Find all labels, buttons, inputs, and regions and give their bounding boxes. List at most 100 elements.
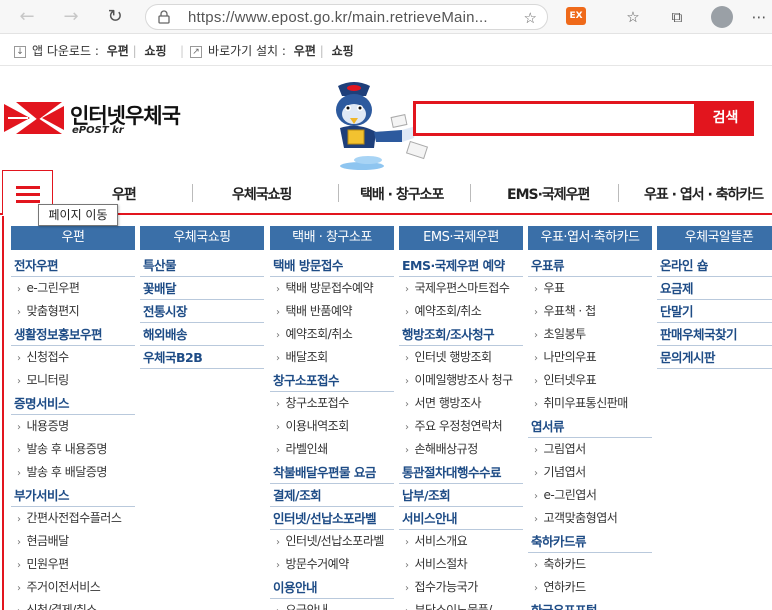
address-bar[interactable]: https://www.epost.go.kr/main.retrieveMai… <box>145 4 548 30</box>
gnb-item-shopping[interactable]: 우체국쇼핑 <box>232 184 292 204</box>
menu-category-link[interactable]: 전자우편 <box>11 254 135 277</box>
menu-category-link[interactable]: 서비스안내 <box>399 507 523 530</box>
menu-sub-link[interactable]: › 창구소포접수 <box>270 392 394 415</box>
menu-category-link[interactable]: 꽃배달 <box>140 277 264 300</box>
menu-sub-link[interactable]: › 취미우표통신판매 <box>528 392 652 415</box>
menu-category-link[interactable]: 착불배달우편물 요금 <box>270 461 394 484</box>
menu-sub-link[interactable]: › 모니터링 <box>11 369 135 392</box>
menu-sub-link[interactable]: › e-그린우편 <box>11 277 135 300</box>
menu-sub-link[interactable]: › 우표 <box>528 277 652 300</box>
menu-category-link[interactable]: 증명서비스 <box>11 392 135 415</box>
menu-category-link[interactable]: 우표류 <box>528 254 652 277</box>
menu-sub-link[interactable]: › 손해배상규정 <box>399 438 523 461</box>
menu-sub-link[interactable]: › 인터넷우표 <box>528 369 652 392</box>
menu-sub-link[interactable]: › 기념엽서 <box>528 461 652 484</box>
menu-category-link[interactable]: 한국우표포털 <box>528 599 652 610</box>
menu-category-link[interactable]: 온라인 숍 <box>657 254 772 277</box>
menu-category-link[interactable]: 특산물 <box>140 254 264 277</box>
menu-category-link[interactable]: 판매우체국찾기 <box>657 323 772 346</box>
menu-category-link[interactable]: 생활정보홍보우편 <box>11 323 135 346</box>
profile-avatar[interactable] <box>711 6 733 28</box>
menu-sub-link[interactable]: › 그림엽서 <box>528 438 652 461</box>
menu-category-link[interactable]: 택배 방문접수 <box>270 254 394 277</box>
site-logo[interactable]: 인터넷우체국 ePOST kr <box>2 96 202 144</box>
mega-column-header[interactable]: EMS·국제우편 <box>399 226 523 250</box>
search-button[interactable]: 검색 <box>697 101 754 136</box>
menu-sub-link[interactable]: › 요금안내 <box>270 599 394 610</box>
menu-sub-link[interactable]: › 내용증명 <box>11 415 135 438</box>
collections-icon[interactable]: ⧉ <box>666 6 688 28</box>
menu-sub-link[interactable]: › 택배 반품예약 <box>270 300 394 323</box>
menu-category-link[interactable]: 인터넷/선납소포라벨 <box>270 507 394 530</box>
menu-sub-link[interactable]: › 우표책 · 첩 <box>528 300 652 323</box>
url-text[interactable]: https://www.epost.go.kr/main.retrieveMai… <box>188 9 518 26</box>
menu-sub-link[interactable]: › 맞춤형편지 <box>11 300 135 323</box>
add-favorite-icon[interactable]: ☆ <box>524 9 537 27</box>
menu-category-link[interactable]: 결제/조회 <box>270 484 394 507</box>
menu-sub-link[interactable]: › 연하카드 <box>528 576 652 599</box>
menu-sub-link[interactable]: › 신청접수 <box>11 346 135 369</box>
menu-sub-link[interactable]: › 주요 우정청연락처 <box>399 415 523 438</box>
search-input[interactable] <box>413 101 697 136</box>
menu-sub-link[interactable]: › 예약조회/취소 <box>399 300 523 323</box>
menu-sub-link[interactable]: › 택배 방문접수예약 <box>270 277 394 300</box>
shortcut-link-mail[interactable]: 우편 <box>294 44 316 58</box>
menu-sub-link[interactable]: › 인터넷 행방조회 <box>399 346 523 369</box>
menu-sub-link[interactable]: › 이메일행방조사 청구 <box>399 369 523 392</box>
menu-category-link[interactable]: 부가서비스 <box>11 484 135 507</box>
menu-category-link[interactable]: 전통시장 <box>140 300 264 323</box>
back-icon[interactable]: ← <box>16 6 38 28</box>
menu-category-link[interactable]: 납부/조회 <box>399 484 523 507</box>
menu-sub-link[interactable]: › 이용내역조회 <box>270 415 394 438</box>
gnb-item-parcel[interactable]: 택배 · 창구소포 <box>360 184 444 204</box>
menu-sub-link[interactable]: › 신청/결제/취소 <box>11 599 135 610</box>
menu-category-link[interactable]: 통관절차대행수수료 <box>399 461 523 484</box>
menu-sub-link[interactable]: › 간편사전접수플러스 <box>11 507 135 530</box>
menu-sub-link[interactable]: › e-그린엽서 <box>528 484 652 507</box>
mega-column-header[interactable]: 우표·엽서·축하카드 <box>528 226 652 250</box>
menu-category-link[interactable]: 행방조회/조사청구 <box>399 323 523 346</box>
menu-sub-link[interactable]: › 라벨인쇄 <box>270 438 394 461</box>
menu-sub-link[interactable]: › 부당소이노물품/ <box>399 599 523 610</box>
gnb-item-stamps[interactable]: 우표 · 엽서 · 축하카드 <box>644 184 764 204</box>
menu-category-link[interactable]: 단말기 <box>657 300 772 323</box>
menu-sub-link[interactable]: › 발송 후 내용증명 <box>11 438 135 461</box>
menu-sub-link[interactable]: › 민원우편 <box>11 553 135 576</box>
menu-sub-link[interactable]: › 배달조회 <box>270 346 394 369</box>
favorites-icon[interactable]: ☆ <box>622 6 644 28</box>
menu-sub-link[interactable]: › 서비스개요 <box>399 530 523 553</box>
gnb-item-ems[interactable]: EMS·국제우편 <box>507 184 590 204</box>
app-download-link-shop[interactable]: 쇼핑 <box>145 44 167 58</box>
reload-icon[interactable]: ↻ <box>104 6 126 28</box>
menu-category-link[interactable]: 축하카드류 <box>528 530 652 553</box>
menu-sub-link[interactable]: › 현금배달 <box>11 530 135 553</box>
menu-category-link[interactable]: 문의게시판 <box>657 346 772 369</box>
mega-column-header[interactable]: 우체국쇼핑 <box>140 226 264 250</box>
menu-category-link[interactable]: 해외배송 <box>140 323 264 346</box>
menu-sub-link[interactable]: › 초일봉투 <box>528 323 652 346</box>
more-menu-icon[interactable]: ⋯ <box>748 6 770 28</box>
mega-column-header[interactable]: 우체국알뜰폰 <box>657 226 772 250</box>
menu-sub-link[interactable]: › 국제우편스마트접수 <box>399 277 523 300</box>
menu-category-link[interactable]: EMS·국제우편 예약 <box>399 254 523 277</box>
menu-sub-link[interactable]: › 방문수거예약 <box>270 553 394 576</box>
menu-sub-link[interactable]: › 접수가능국가 <box>399 576 523 599</box>
menu-sub-link[interactable]: › 축하카드 <box>528 553 652 576</box>
gnb-item-mail[interactable]: 우편 <box>112 184 137 204</box>
extension-icon[interactable]: EX <box>566 7 586 25</box>
menu-sub-link[interactable]: › 서면 행방조사 <box>399 392 523 415</box>
menu-sub-link[interactable]: › 고객맞춤형엽서 <box>528 507 652 530</box>
mega-column-header[interactable]: 우편 <box>11 226 135 250</box>
menu-sub-link[interactable]: › 발송 후 배달증명 <box>11 461 135 484</box>
menu-sub-link[interactable]: › 나만의우표 <box>528 346 652 369</box>
shortcut-link-shop[interactable]: 쇼핑 <box>332 44 354 58</box>
menu-sub-link[interactable]: › 인터넷/선납소포라벨 <box>270 530 394 553</box>
menu-category-link[interactable]: 엽서류 <box>528 415 652 438</box>
forward-icon[interactable]: → <box>60 6 82 28</box>
menu-category-link[interactable]: 우체국B2B <box>140 346 264 369</box>
menu-category-link[interactable]: 요금제 <box>657 277 772 300</box>
mega-column-header[interactable]: 택배 · 창구소포 <box>270 226 394 250</box>
menu-category-link[interactable]: 창구소포접수 <box>270 369 394 392</box>
menu-sub-link[interactable]: › 서비스절차 <box>399 553 523 576</box>
menu-sub-link[interactable]: › 예약조회/취소 <box>270 323 394 346</box>
